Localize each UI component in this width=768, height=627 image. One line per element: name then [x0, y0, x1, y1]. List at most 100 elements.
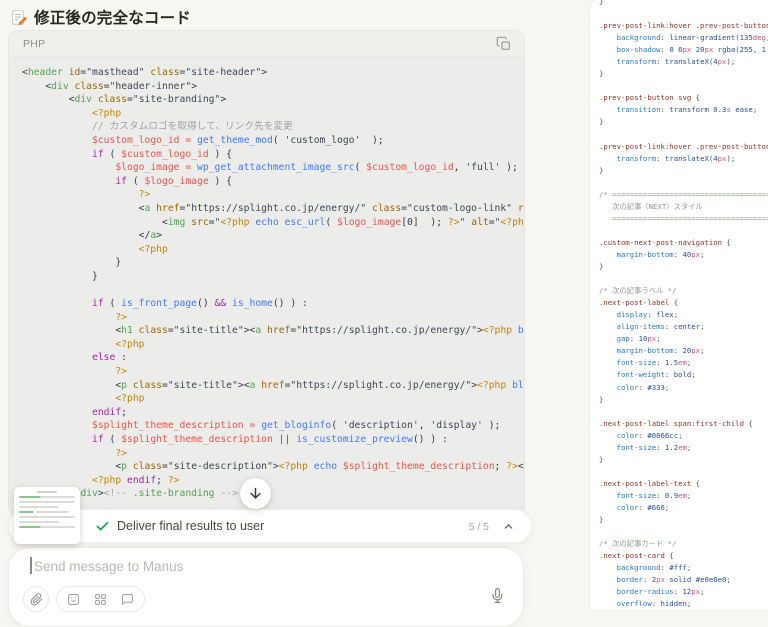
code-line: }	[599, 116, 768, 128]
copy-code-icon[interactable]	[496, 36, 512, 52]
code-line: ?>	[22, 188, 524, 202]
scroll-to-bottom-button[interactable]	[240, 478, 271, 509]
code-line: transform: translateX(4px);	[599, 153, 768, 165]
code-line: box-shadow: 0 6px 20px rgba(255, 1	[599, 44, 768, 56]
message-title: 修正後の完全なコード	[10, 6, 191, 28]
message-composer[interactable]: Send message to Manus	[8, 547, 524, 627]
code-line: <?php	[22, 338, 524, 352]
code-line: ?>	[22, 365, 524, 379]
code-line: .next-post-label span:first-child {	[599, 418, 768, 430]
code-line	[599, 273, 768, 285]
code-line: font-weight: bold;	[599, 369, 768, 381]
code-line: font-size: 1.5em;	[599, 357, 768, 369]
code-line: font-size: 1.2em;	[599, 442, 768, 454]
code-line: <h1 class="site-title"><a href="https://…	[22, 324, 524, 338]
code-line: transform: translateX(4px);	[599, 56, 768, 68]
arrow-down-icon	[248, 486, 263, 501]
code-line: }	[599, 165, 768, 177]
composer-tools-group	[56, 586, 145, 612]
code-line	[599, 129, 768, 141]
code-line: gap: 10px;	[599, 333, 768, 345]
thumbnail-line	[19, 526, 75, 528]
code-line: }	[22, 256, 524, 270]
chevron-up-icon[interactable]	[502, 520, 515, 533]
apps-button[interactable]	[94, 593, 107, 606]
code-line: <img src="<?php echo esc_url( $logo_imag…	[22, 216, 524, 230]
code-line: ?>	[22, 311, 524, 325]
task-status-bar[interactable]: Deliver final results to user 5 / 5	[8, 509, 532, 543]
code-line: </div><!-- .site-branding -->	[22, 487, 524, 501]
thumbnail-line	[19, 501, 75, 503]
code-line: margin-bottom: 20px;	[599, 345, 768, 357]
page-title: 修正後の完全なコード	[34, 6, 191, 28]
code-line: ===================================== */	[599, 213, 768, 225]
code-line: <?php endif; ?>	[22, 474, 524, 488]
code-line: overflow: hidden;	[599, 598, 768, 609]
feedback-button[interactable]	[121, 593, 134, 606]
code-line: $splight_theme_description = get_bloginf…	[22, 419, 524, 433]
microphone-icon[interactable]	[490, 588, 505, 603]
code-line: color: #666;	[599, 502, 768, 514]
code-line	[599, 406, 768, 418]
css-code: } .prev-post-link:hover .prev-post-butto…	[590, 0, 768, 609]
code-line	[22, 284, 524, 298]
attach-button[interactable]	[23, 586, 49, 612]
code-block-header: PHP	[9, 31, 524, 58]
code-line: if ( $splight_theme_description || is_cu…	[22, 433, 524, 447]
code-line: display: flex;	[599, 309, 768, 321]
code-line: .next-post-label-text {	[599, 478, 768, 490]
code-line: .prev-post-button svg {	[599, 92, 768, 104]
media-button[interactable]	[67, 593, 80, 606]
composer-toolbar	[23, 586, 145, 612]
code-line: }	[22, 270, 524, 284]
thumbnail-line	[19, 506, 59, 508]
code-line: color: #333;	[599, 382, 768, 394]
step-counter: 5 / 5	[469, 521, 489, 533]
code-block-card: PHP <header id="masthead" class="site-he…	[8, 30, 525, 516]
code-line: color: #0066cc;	[599, 430, 768, 442]
code-line	[599, 8, 768, 20]
thumbnail-line	[19, 511, 75, 513]
code-line: endif;	[22, 406, 524, 420]
code-line: else :	[22, 351, 524, 365]
code-line: /* =====================================	[599, 189, 768, 201]
code-line: }	[599, 394, 768, 406]
thumbnail-line	[37, 491, 56, 493]
paperclip-icon	[30, 593, 43, 606]
file-viewer-pane[interactable]: } .prev-post-link:hover .prev-post-butto…	[589, 0, 768, 609]
code-line: if ( is_front_page() && is_home() ) :	[22, 297, 524, 311]
code-line	[599, 225, 768, 237]
code-line	[599, 526, 768, 538]
code-line: <header id="masthead" class="site-header…	[22, 66, 524, 80]
text-caret	[30, 557, 32, 574]
code-line: background: #fff;	[599, 562, 768, 574]
code-line: <a href="https://splight.co.jp/energy/" …	[22, 202, 524, 216]
code-line: }	[599, 514, 768, 526]
code-line: if ( $logo_image ) {	[22, 175, 524, 189]
php-code[interactable]: <header id="masthead" class="site-header…	[9, 58, 524, 501]
message-input[interactable]: Send message to Manus	[34, 559, 183, 574]
code-line	[599, 177, 768, 189]
chat-bubble-icon	[121, 593, 134, 606]
thumbnail-line	[19, 521, 59, 523]
code-line: border-radius: 12px;	[599, 586, 768, 598]
code-line: <div class="site-branding">	[22, 93, 524, 107]
code-line: <p class="site-title"><a href="https://s…	[22, 379, 524, 393]
code-line: <?php	[22, 243, 524, 257]
code-line: background: linear-gradient(135deg,	[599, 32, 768, 44]
task-status-text: Deliver final results to user	[117, 519, 264, 533]
code-line: $custom_logo_id = get_theme_mod( 'custom…	[22, 134, 524, 148]
code-line	[599, 466, 768, 478]
code-line: 次の記事（NEXT）スタイル	[599, 201, 768, 213]
screenshot-thumbnail[interactable]	[14, 487, 80, 544]
code-line: $logo_image = wp_get_attachment_image_sr…	[22, 161, 524, 175]
code-line: ?>	[22, 447, 524, 461]
code-line: .next-post-card {	[599, 550, 768, 562]
code-line: align-items: center;	[599, 321, 768, 333]
thumbnail-line	[19, 516, 75, 518]
code-line: .custom-next-post-navigation {	[599, 237, 768, 249]
code-line: .prev-post-link:hover .prev-post-button …	[599, 141, 768, 153]
code-line: .prev-post-link:hover .prev-post-button …	[599, 20, 768, 32]
media-icon	[67, 593, 80, 606]
code-line: }	[599, 261, 768, 273]
